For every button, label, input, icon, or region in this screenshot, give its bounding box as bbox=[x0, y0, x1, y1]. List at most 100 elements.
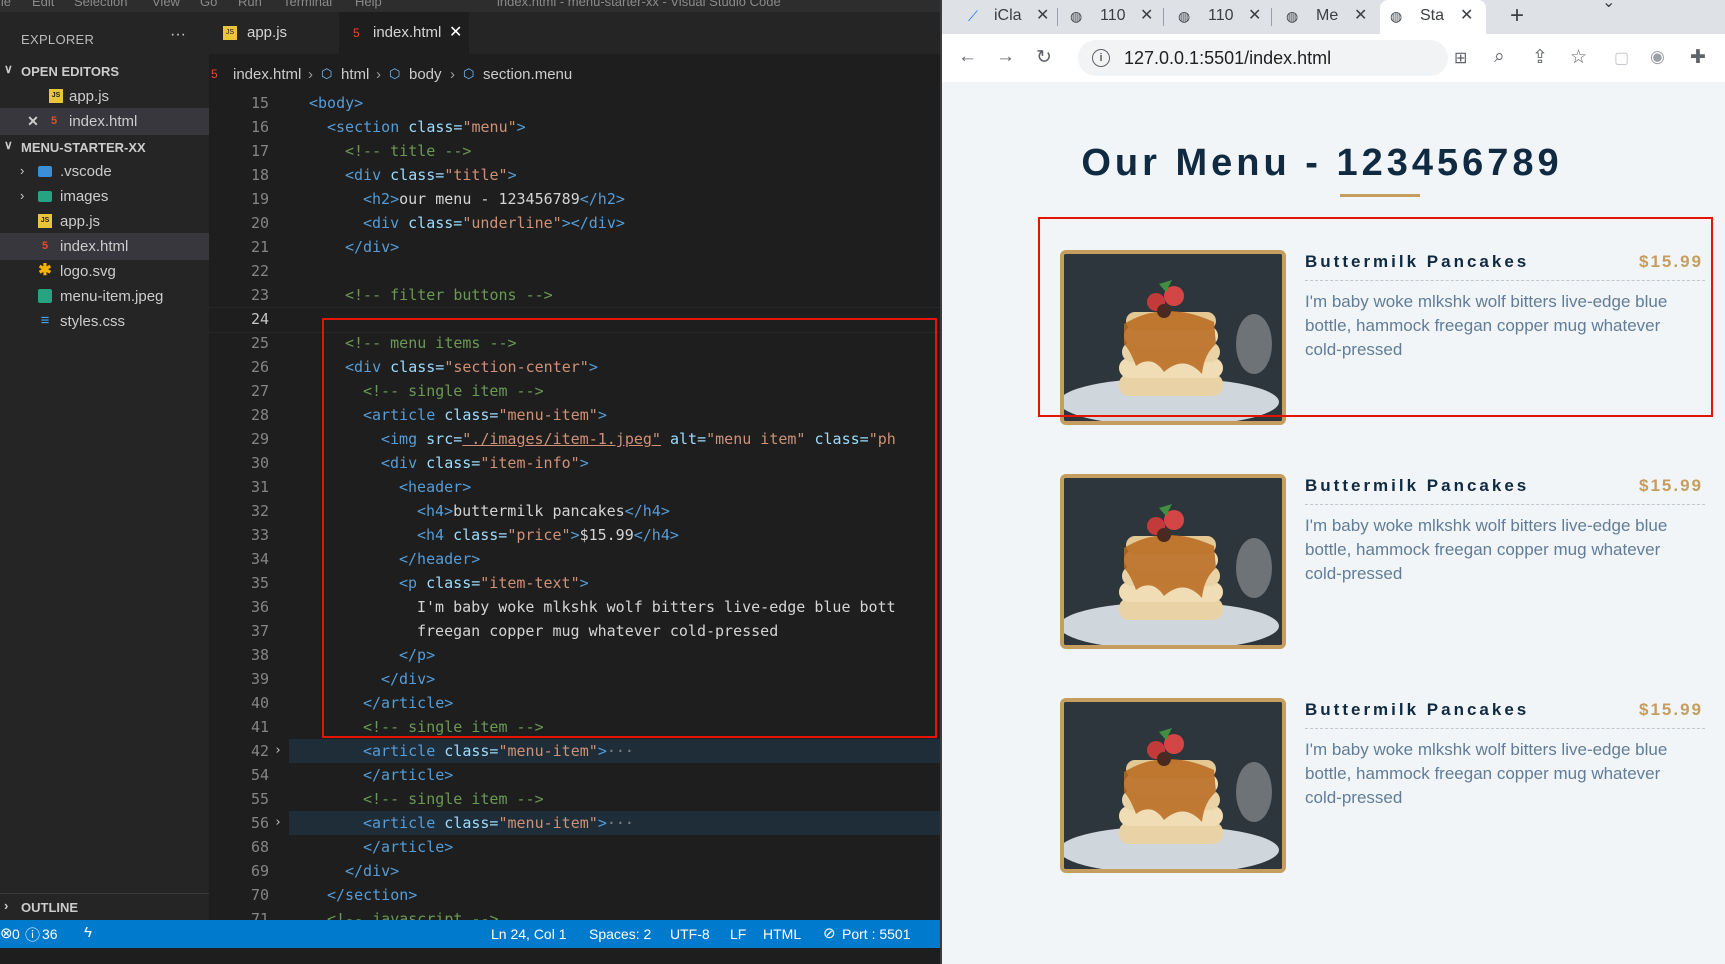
tree-item-images[interactable]: › images bbox=[0, 183, 209, 210]
menu-item-name: Buttermilk Pancakes bbox=[1305, 476, 1530, 495]
translate-icon[interactable]: ⊞ bbox=[1454, 48, 1467, 68]
menu-run[interactable]: Run bbox=[238, 0, 262, 9]
code-token: </article> bbox=[363, 766, 454, 784]
end-of-line[interactable]: LF bbox=[730, 926, 746, 942]
code-line: </section> bbox=[209, 883, 940, 907]
address-bar[interactable]: i 127.0.0.1:5501/index.html bbox=[1078, 40, 1448, 76]
error-count[interactable]: 0 bbox=[12, 926, 20, 942]
outline-section[interactable]: › OUTLINE bbox=[0, 893, 209, 920]
breadcrumb-html[interactable]: html bbox=[341, 66, 369, 83]
tree-item-label: index.html bbox=[60, 238, 129, 255]
more-actions-icon[interactable]: ··· bbox=[170, 26, 186, 44]
breadcrumb-body[interactable]: body bbox=[409, 66, 442, 83]
html-file-icon: 5 bbox=[353, 26, 360, 40]
menu-go[interactable]: Go bbox=[200, 0, 217, 9]
menu-view[interactable]: View bbox=[152, 0, 180, 9]
minimize-icon[interactable]: – bbox=[1670, 0, 1679, 8]
extension-icon[interactable]: ◉ bbox=[1650, 47, 1665, 67]
tree-item-vscode[interactable]: › .vscode bbox=[0, 158, 209, 185]
folded-code-line[interactable]: <article class="menu-item">··· bbox=[289, 811, 940, 835]
browser-tab[interactable]: ◍ Me ✕ bbox=[1276, 0, 1376, 34]
fold-ellipsis[interactable]: ··· bbox=[607, 814, 634, 832]
close-icon[interactable]: ✕ bbox=[1140, 5, 1153, 25]
close-icon[interactable]: ✕ bbox=[1354, 5, 1367, 25]
chevron-right-icon: › bbox=[20, 188, 25, 203]
new-tab-icon[interactable]: + bbox=[1510, 2, 1524, 30]
chevron-right-icon: › bbox=[20, 163, 25, 178]
code-token: <div bbox=[363, 214, 400, 232]
browser-tab[interactable]: ◍ 110 ✕ bbox=[1060, 0, 1164, 34]
browser-tab[interactable]: ⟋ iCla ✕ bbox=[962, 0, 1058, 34]
tree-item-styles-css[interactable]: ≡ styles.css bbox=[0, 308, 209, 335]
close-icon[interactable]: ✕ bbox=[1248, 5, 1261, 25]
tab-search-icon[interactable]: ⌄ bbox=[1602, 0, 1615, 12]
tree-item-logo-svg[interactable]: ✱ logo.svg bbox=[0, 258, 209, 285]
tab-separator bbox=[1163, 8, 1164, 26]
share-icon[interactable]: ⇪ bbox=[1532, 46, 1548, 69]
tree-item-app-js[interactable]: JS app.js bbox=[0, 208, 209, 235]
menu-selection[interactable]: Selection bbox=[74, 0, 127, 9]
code-token: <h2> bbox=[363, 190, 400, 208]
zoom-icon[interactable]: ⌕ bbox=[1494, 46, 1505, 68]
tab-label: index.html bbox=[373, 24, 442, 41]
browser-toolbar: ← → ↻ i 127.0.0.1:5501/index.html ⊞ ⌕ ⇪ … bbox=[942, 34, 1725, 83]
live-server-port[interactable]: Port : 5501 bbox=[842, 926, 911, 942]
browser-tab-label: Sta bbox=[1420, 7, 1445, 24]
warning-icon[interactable]: ⓘ bbox=[25, 924, 40, 945]
menu-item-photo bbox=[1060, 698, 1286, 873]
close-icon[interactable]: ✕ bbox=[26, 114, 40, 128]
close-icon[interactable]: ✕ bbox=[1460, 5, 1473, 25]
breadcrumb-separator-icon: › bbox=[308, 66, 313, 83]
menu-help[interactable]: Help bbox=[355, 0, 382, 9]
close-icon[interactable]: ✕ bbox=[1036, 5, 1049, 25]
reload-icon[interactable]: ↻ bbox=[1036, 46, 1052, 69]
warning-count[interactable]: 36 bbox=[42, 926, 58, 942]
breadcrumb-section-menu[interactable]: section.menu bbox=[483, 66, 572, 83]
tab-index-html[interactable]: 5 index.html ✕ bbox=[339, 12, 469, 54]
menu-file[interactable]: ile bbox=[0, 0, 11, 9]
menu-item-price: $15.99 bbox=[1639, 476, 1703, 495]
page-title: Our Menu - 123456789 bbox=[1081, 142, 1563, 184]
open-editor-app-js[interactable]: JS app.js bbox=[0, 83, 209, 110]
folded-code-line[interactable]: <article class="menu-item">··· bbox=[289, 739, 940, 763]
tab-separator bbox=[1271, 8, 1272, 26]
code-line: </div> bbox=[209, 859, 940, 883]
url-text[interactable]: 127.0.0.1:5501/index.html bbox=[1124, 48, 1331, 69]
browser-tab-active[interactable]: ◍ Sta ✕ bbox=[1380, 0, 1486, 34]
encoding[interactable]: UTF-8 bbox=[670, 926, 710, 942]
site-info-icon[interactable]: i bbox=[1092, 49, 1110, 67]
code-token: class= bbox=[399, 214, 463, 232]
project-section[interactable]: ∨ MENU-STARTER-XX bbox=[0, 134, 209, 160]
code-token: > bbox=[597, 814, 607, 832]
code-line: <div class="underline"></div> bbox=[209, 211, 940, 235]
menu-item-description: I'm baby woke mlkshk wolf bitters live-e… bbox=[1305, 740, 1668, 807]
globe-icon: ◍ bbox=[1390, 8, 1403, 24]
live-share-icon[interactable]: ϟ bbox=[84, 924, 92, 941]
back-icon[interactable]: ← bbox=[958, 46, 977, 68]
code-line: <div class="title"> bbox=[209, 163, 940, 187]
bookmark-star-icon[interactable]: ☆ bbox=[1570, 46, 1587, 69]
extension-icon[interactable]: ▢ bbox=[1614, 48, 1629, 68]
forward-icon[interactable]: → bbox=[996, 46, 1015, 68]
error-icon[interactable]: ⊗ bbox=[0, 924, 13, 942]
html-file-icon: 5 bbox=[50, 115, 58, 127]
code-token: class= bbox=[435, 814, 499, 832]
breadcrumb-file[interactable]: index.html bbox=[233, 66, 301, 83]
language-mode[interactable]: HTML bbox=[763, 926, 801, 942]
tree-item-menu-item-jpeg[interactable]: menu-item.jpeg bbox=[0, 283, 209, 310]
tree-item-index-html[interactable]: 5 index.html bbox=[0, 233, 209, 260]
tab-separator bbox=[1057, 8, 1058, 26]
menu-terminal[interactable]: Terminal bbox=[283, 0, 332, 9]
open-editor-index-html[interactable]: ✕ 5 index.html bbox=[0, 108, 209, 135]
browser-tab[interactable]: ◍ 110 ✕ bbox=[1168, 0, 1272, 34]
tab-app-js[interactable]: JS app.js bbox=[209, 12, 337, 54]
fold-ellipsis[interactable]: ··· bbox=[607, 742, 634, 760]
indentation[interactable]: Spaces: 2 bbox=[589, 926, 651, 942]
menu-edit[interactable]: Edit bbox=[32, 0, 54, 9]
js-file-icon: JS bbox=[223, 26, 237, 40]
puzzle-extensions-icon[interactable]: ✚ bbox=[1690, 46, 1706, 69]
open-editors-section[interactable]: ∨ OPEN EDITORS bbox=[0, 58, 209, 84]
close-icon[interactable]: ✕ bbox=[449, 22, 462, 42]
cursor-position[interactable]: Ln 24, Col 1 bbox=[491, 926, 567, 942]
code-token: ></div> bbox=[561, 214, 625, 232]
